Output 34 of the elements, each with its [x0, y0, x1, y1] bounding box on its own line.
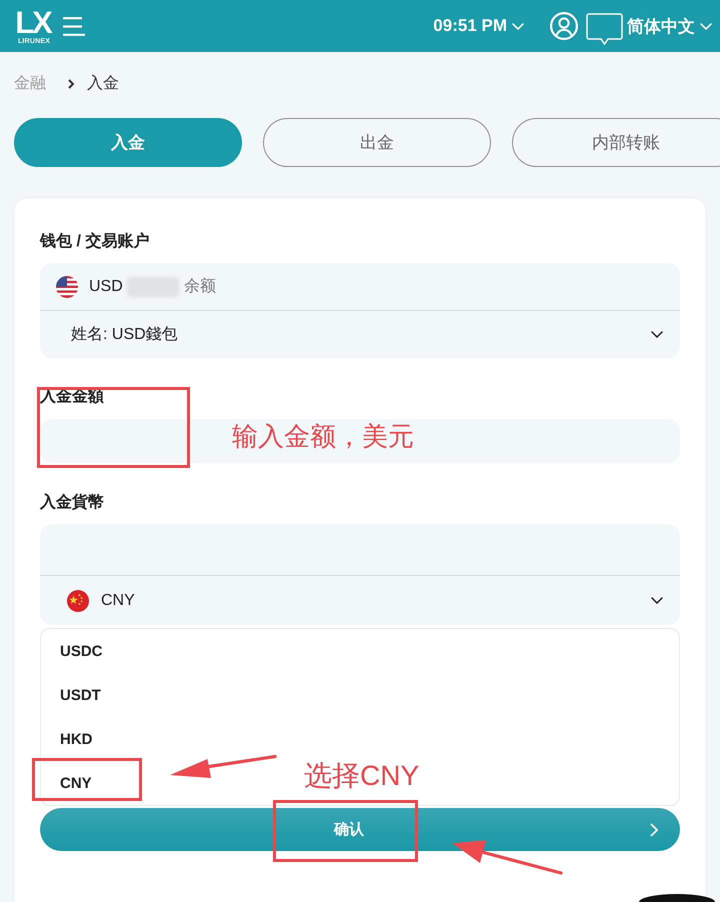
chat-icon[interactable] — [586, 13, 623, 45]
user-icon[interactable] — [550, 12, 578, 40]
us-flag-icon — [56, 276, 78, 298]
breadcrumb-current: 入金 — [87, 74, 119, 94]
currency-select[interactable]: CNY — [40, 524, 680, 625]
chevron-right-icon — [650, 822, 658, 836]
currency-option[interactable]: USDC — [60, 638, 103, 664]
tab[interactable]: 出金 — [263, 118, 491, 167]
currency-option[interactable]: USDT — [60, 682, 101, 708]
chevron-down-icon — [651, 597, 663, 604]
chevron-down-icon — [700, 22, 712, 30]
language-dropdown[interactable]: 简体中文 — [627, 14, 712, 38]
tab[interactable]: 内部转账 — [512, 118, 720, 167]
field-label: 入金貨幣 — [40, 492, 104, 513]
menu-icon[interactable] — [63, 16, 85, 36]
chevron-down-icon — [512, 22, 524, 30]
currency-option[interactable]: HKD — [60, 726, 92, 752]
confirm-button[interactable]: 确认 — [40, 808, 680, 851]
balance-label: 余额 — [184, 276, 216, 297]
time-dropdown[interactable]: 09:51 PM — [433, 16, 524, 36]
wallet-select[interactable]: USD 余额 姓名: USD錢包 — [40, 263, 680, 358]
tab[interactable]: 入金 — [14, 118, 242, 167]
chevron-down-icon — [651, 331, 663, 338]
china-flag-icon — [67, 590, 89, 612]
logo-mark[interactable]: LX — [15, 8, 53, 38]
currency-option[interactable]: CNY — [60, 770, 92, 796]
field-label: 钱包 / 交易账户 — [40, 231, 150, 252]
account-name: 姓名: USD錢包 — [71, 325, 178, 345]
currency-code: USD — [89, 278, 123, 296]
chevron-right-icon — [68, 79, 74, 89]
annotation-note: 输入金额，美元 — [232, 421, 414, 451]
selected-currency: CNY — [101, 592, 135, 610]
annotation-note: 选择CNY — [304, 761, 420, 791]
amount-input[interactable] — [40, 419, 680, 463]
